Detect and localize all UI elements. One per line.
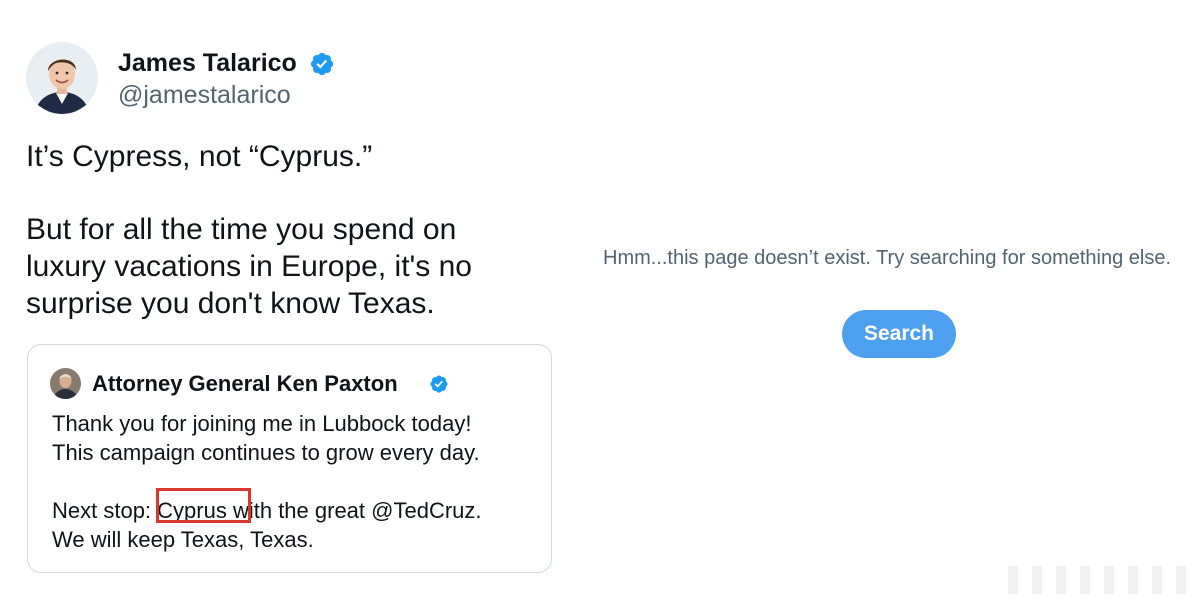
tweet-paragraph: But for all the time you spend on luxury… — [26, 213, 472, 320]
quoted-avatar[interactable] — [50, 368, 81, 399]
author-handle[interactable]: @jamestalarico — [118, 80, 291, 110]
tweet-paragraph: It’s Cypress, not “Cyprus.” — [26, 140, 373, 173]
search-button[interactable]: Search — [842, 310, 956, 358]
quoted-paragraph: Thank you for joining me in Lubbock toda… — [52, 411, 480, 465]
verified-badge-icon — [430, 375, 448, 393]
author-name[interactable]: James Talarico — [118, 48, 297, 78]
tweet-text: It’s Cypress, not “Cyprus.” But for all … — [26, 138, 566, 322]
quoted-tweet-card[interactable]: Attorney General Ken Paxton Thank you fo… — [27, 344, 552, 573]
quoted-tweet-text: Thank you for joining me in Lubbock toda… — [52, 409, 542, 554]
highlight-box — [156, 488, 251, 523]
error-message: Hmm...this page doesn’t exist. Try searc… — [603, 247, 1172, 269]
quoted-paragraph: Next stop: Cyprus with the great @TedCru… — [52, 498, 482, 552]
watermark-icon — [1008, 566, 1186, 594]
tweet-author: James Talarico @jamestalarico — [26, 42, 566, 116]
avatar[interactable] — [26, 42, 98, 114]
quoted-author-name[interactable]: Attorney General Ken Paxton — [92, 371, 398, 397]
tweet: James Talarico @jamestalarico It’s Cypre… — [26, 42, 566, 320]
verified-badge-icon — [310, 52, 334, 76]
